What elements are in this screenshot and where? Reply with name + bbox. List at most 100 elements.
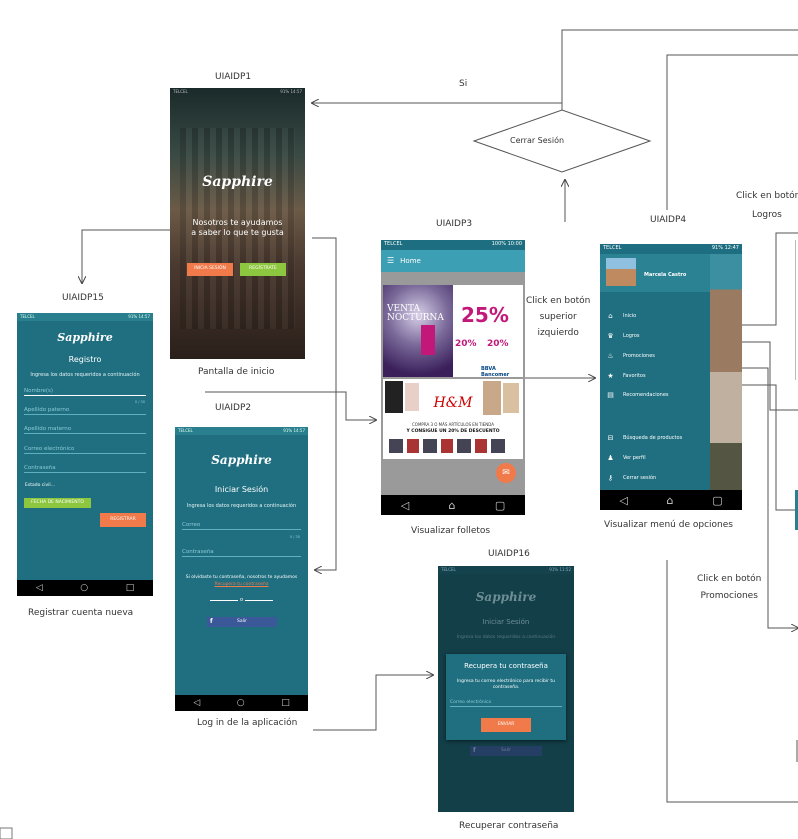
- app-logo: Sapphire: [211, 453, 272, 467]
- screen-p3: TELCEL 100% 10:00 ☰ Home VENTA NOCTURNA 25…: [381, 240, 525, 515]
- register-button[interactable]: REGÍSTRATE: [240, 263, 286, 276]
- person-icon: ♟: [607, 454, 614, 462]
- list-icon: ▤: [607, 391, 614, 399]
- nav-bar: ◁ ○ □: [175, 695, 308, 711]
- decision-label: Cerrar Sesión: [510, 136, 565, 145]
- screen-p4: TELCEL 91% 12:47 Marcela Castro ⌂ Inicio ♛…: [600, 244, 742, 510]
- facebook-button[interactable]: f Salir: [207, 617, 277, 627]
- screen-id-p3: UIAIDP3: [436, 219, 473, 229]
- back-icon[interactable]: ◁: [193, 698, 200, 708]
- email-field[interactable]: Correo electrónico: [24, 446, 146, 454]
- password-field[interactable]: Contraseña: [24, 465, 146, 473]
- email-field[interactable]: Correo: [182, 522, 301, 530]
- or-divider: o: [205, 597, 278, 603]
- mother-last-name-field[interactable]: Apellido materno: [24, 426, 146, 434]
- drawer-user-name: Marcela Castro: [644, 272, 687, 278]
- login-title: Iniciar Sesión: [214, 485, 269, 494]
- tagline: Nosotros te ayudamos a saber lo que te g…: [191, 218, 284, 237]
- forgot-link[interactable]: Recupera tu contraseña: [175, 582, 308, 587]
- menu-item-promociones[interactable]: ♨ Promociones: [606, 352, 655, 360]
- caption-p16: Recuperar contraseña: [459, 821, 559, 831]
- nav-bar: ◁ ⌂ ▢: [600, 490, 742, 510]
- send-button[interactable]: ENVIAR: [481, 718, 531, 732]
- menu-item-busqueda[interactable]: ⊟ Búsqueda de productos: [606, 434, 683, 442]
- recent-icon[interactable]: □: [281, 698, 290, 708]
- click-promos-label: Click en botón Promociones: [697, 574, 762, 601]
- nav-bar: ◁ ○ □: [17, 580, 153, 596]
- bg-subtitle: Ingresa los datos requeridos a continuac…: [456, 635, 556, 640]
- flyer2-brand: H&M: [433, 395, 473, 411]
- flyer-venta-nocturna[interactable]: VENTA NOCTURNA 25% 20% 20% BBVA Bancomer: [383, 285, 523, 377]
- app-logo: Sapphire: [57, 331, 113, 344]
- promo-icon: ♨: [607, 352, 614, 360]
- home-icon[interactable]: ⌂: [667, 494, 674, 507]
- birthdate-button[interactable]: FECHA DE NACIMIENTO: [24, 498, 91, 508]
- facebook-button: f Salir: [470, 746, 542, 756]
- screen-id-p16: UIAIDP16: [488, 549, 530, 559]
- screen-p2: TELCEL 91% 14:57 Sapphire Iniciar Sesión …: [175, 427, 308, 711]
- recent-icon[interactable]: ▢: [712, 494, 722, 507]
- civil-status-select[interactable]: Estado civil...: [25, 483, 55, 488]
- menu-item-recomendaciones[interactable]: ▤ Recomendaciones: [606, 391, 668, 399]
- trophy-icon: ♛: [607, 332, 614, 340]
- back-icon[interactable]: ◁: [619, 494, 627, 507]
- screen-p1: TELCEL 91% 14:57 Sapphire Nosotros te ayu…: [170, 88, 305, 359]
- home-icon[interactable]: ⌂: [449, 499, 456, 512]
- flyer1-pct3: 20%: [487, 339, 509, 349]
- flyer1-title: VENTA NOCTURNA: [387, 304, 444, 323]
- recover-dialog: Recupera tu contraseña Ingresa tu correo…: [446, 654, 566, 740]
- app-logo: Sapphire: [202, 174, 273, 190]
- menu-item-perfil[interactable]: ♟ Ver perfil: [606, 454, 645, 462]
- app-logo: Sapphire: [475, 590, 537, 604]
- dialog-title: Recupera tu contraseña: [464, 662, 548, 670]
- submit-register-button[interactable]: REGISTRAR: [100, 513, 146, 527]
- screen-id-p4: UIAIDP4: [650, 215, 687, 225]
- forgot-text: Si olvidaste tu contraseña, nosotros te …: [185, 575, 298, 580]
- recent-icon[interactable]: □: [126, 583, 135, 593]
- char-counter: 0 / 30: [289, 535, 300, 539]
- recent-icon[interactable]: ▢: [495, 499, 505, 512]
- home-icon: ⌂: [608, 312, 613, 320]
- screen-p16: TELCEL 91% 11:52 Sapphire Iniciar Sesión …: [438, 566, 574, 812]
- flyer1-bank: BBVA Bancomer: [481, 366, 510, 377]
- avatar: [606, 258, 636, 286]
- screen-p15: TELCEL 91% 14:57 Sapphire Registro Ingres…: [17, 313, 153, 596]
- mail-fab-icon[interactable]: ✉: [496, 463, 516, 483]
- app-bar: ☰ Home: [381, 250, 525, 272]
- bg-title: Iniciar Sesión: [482, 618, 530, 626]
- last-name-field[interactable]: Apellido paterno: [24, 407, 146, 415]
- facebook-icon: f: [210, 618, 213, 625]
- char-counter: 0 / 30: [134, 400, 145, 404]
- key-icon: ⚷: [607, 474, 614, 482]
- menu-item-logros[interactable]: ♛ Logros: [606, 332, 639, 340]
- register-subtitle: Ingresa los datos requeridos a continuac…: [30, 372, 140, 378]
- click-menu-label: Click en botón superior izquierdo: [526, 296, 591, 338]
- facebook-icon: f: [473, 747, 476, 754]
- click-logros-label: Click en botón Logros: [736, 191, 798, 220]
- flyer-hm[interactable]: H&M COMPRA 3 O MÁS ARTÍCULOS EN TIENDA Y…: [383, 379, 523, 459]
- password-field[interactable]: Contraseña: [182, 549, 301, 557]
- home-icon[interactable]: ○: [80, 583, 88, 593]
- screen-id-p2: UIAIDP2: [215, 403, 252, 413]
- caption-p2: Log in de la aplicación: [197, 718, 298, 728]
- yes-label: Si: [459, 79, 468, 89]
- caption-p1: Pantalla de inicio: [198, 367, 275, 377]
- hamburger-menu-icon[interactable]: ☰: [381, 256, 400, 265]
- home-icon[interactable]: ○: [237, 698, 245, 708]
- menu-item-favoritos[interactable]: ★ Favoritos: [606, 372, 645, 380]
- app-bar-title: Home: [400, 257, 421, 265]
- back-icon[interactable]: ◁: [401, 499, 409, 512]
- screen-id-p1: UIAIDP1: [215, 72, 252, 82]
- login-subtitle: Ingresa los datos requeridos a continuac…: [186, 503, 297, 509]
- caption-p15: Registrar cuenta nueva: [28, 608, 134, 618]
- screen-id-p15: UIAIDP15: [62, 293, 104, 303]
- login-button[interactable]: INICIA SESIÓN: [187, 263, 233, 276]
- menu-item-cerrar-sesion[interactable]: ⚷ Cerrar sesión: [606, 474, 656, 482]
- menu-item-inicio[interactable]: ⌂ Inicio: [606, 312, 636, 320]
- star-icon: ★: [607, 372, 614, 380]
- caption-p3: Visualizar folletos: [411, 526, 491, 536]
- back-icon[interactable]: ◁: [36, 583, 43, 593]
- recover-email-field[interactable]: Correo electrónico: [450, 700, 562, 707]
- name-field[interactable]: Nombre(s): [24, 388, 146, 396]
- bag-icon: ⊟: [607, 434, 614, 442]
